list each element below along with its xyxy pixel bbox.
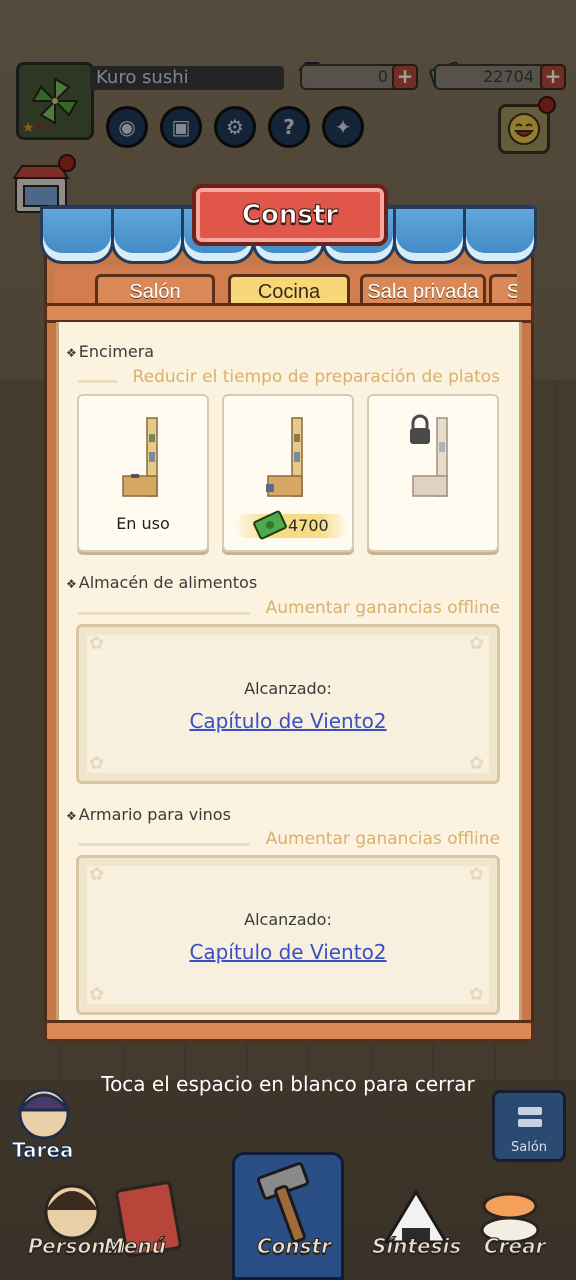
- section-subtitle-encimera: Reducir el tiempo de preparación de plat…: [132, 367, 500, 387]
- section-title-encimera: ❖ Encimera: [66, 342, 155, 361]
- flower-ornament-icon: ✿: [469, 633, 485, 654]
- nav-crear[interactable]: Crear: [483, 1234, 545, 1259]
- counter-icon: [266, 417, 303, 497]
- cash-icon: [253, 510, 287, 540]
- reached-label: Alcanzado:: [244, 679, 332, 698]
- modal-title: Constr: [241, 200, 339, 231]
- section-subtitle-armario: Aumentar ganancias offline: [265, 829, 500, 849]
- section-divider: [78, 380, 118, 383]
- section-divider: [78, 612, 250, 615]
- flower-ornament-icon: ✿: [469, 864, 485, 885]
- section-subtitle-almacen: Aumentar ganancias offline: [265, 598, 500, 618]
- flower-ornament-icon: ✿: [89, 753, 105, 774]
- task-label[interactable]: Tarea: [11, 1138, 73, 1163]
- nav-menu[interactable]: Menú: [104, 1234, 167, 1259]
- section-title-armario: ❖ Armario para vinos: [66, 805, 231, 824]
- in-use-label: En uso: [116, 514, 170, 533]
- chapter-link[interactable]: Capítulo de Viento2: [79, 940, 497, 964]
- bottom-shelf: [44, 1020, 534, 1042]
- reached-label: Alcanzado:: [244, 910, 332, 929]
- counter-icon: [122, 417, 158, 497]
- flower-ornament-icon: ✿: [89, 633, 105, 654]
- salon-button[interactable]: Salón: [492, 1090, 566, 1162]
- wine-reached-box: ✿ ✿ ✿ ✿ Alcanzado: Capítulo de Viento2: [76, 855, 500, 1015]
- price-value: 4700: [288, 516, 329, 535]
- modal-title-banner: Constr: [192, 184, 388, 246]
- counter-item-buy[interactable]: 4700: [222, 394, 354, 552]
- counter-item-locked[interactable]: [367, 394, 499, 552]
- section-divider: [78, 843, 250, 846]
- salon-label: Salón: [510, 1140, 548, 1155]
- lock-icon: [410, 414, 430, 444]
- tab-strip: Salón Cocina Sala privada Se: [55, 268, 517, 308]
- flower-ornament-icon: ✿: [469, 984, 485, 1005]
- nav-constr[interactable]: Constr: [257, 1234, 332, 1259]
- close-hint[interactable]: Toca el espacio en blanco para cerrar: [0, 1072, 576, 1096]
- counter-item-in-use[interactable]: En uso: [77, 394, 209, 552]
- diamond-bullet-icon: ❖: [66, 577, 77, 591]
- flower-ornament-icon: ✿: [469, 753, 485, 774]
- section-title-almacen: ❖ Almacén de alimentos: [66, 573, 258, 592]
- chapter-link[interactable]: Capítulo de Viento2: [79, 709, 497, 733]
- table-icon: [518, 1107, 542, 1127]
- diamond-bullet-icon: ❖: [66, 809, 77, 823]
- diamond-bullet-icon: ❖: [66, 346, 77, 360]
- storage-reached-box: ✿ ✿ ✿ ✿ Alcanzado: Capítulo de Viento2: [76, 624, 500, 784]
- flower-ornament-icon: ✿: [89, 864, 105, 885]
- top-shelf: [44, 303, 534, 323]
- flower-ornament-icon: ✿: [89, 984, 105, 1005]
- nav-sintesis[interactable]: Síntesis: [371, 1234, 461, 1259]
